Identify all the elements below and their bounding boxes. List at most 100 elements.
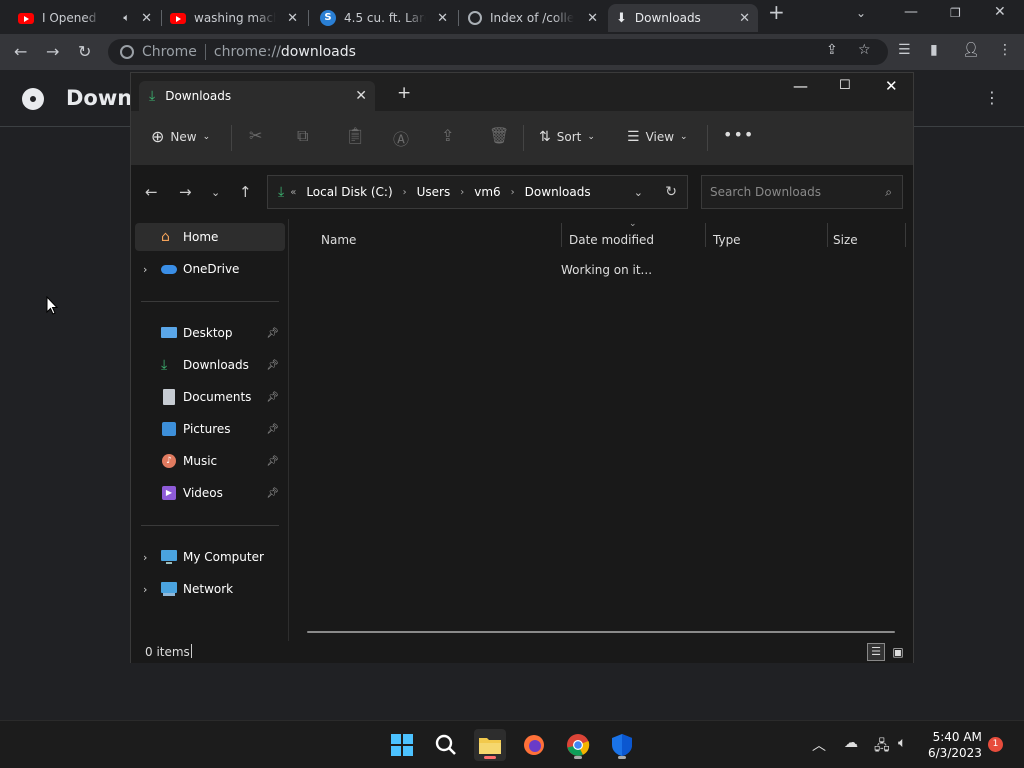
taskbar-defender[interactable] [606,729,638,761]
overflow-chevrons-icon[interactable]: « [290,187,296,198]
pin-icon[interactable]: 📌︎ [266,328,279,339]
clock[interactable]: 5:40 AM 6/3/2023 [928,729,982,761]
sort-indicator-icon: ⌄ [629,219,637,229]
breadcrumb-local-disk[interactable]: Local Disk (C:) [306,185,392,199]
new-tab-button[interactable]: + [768,0,785,24]
search-input[interactable]: Search Downloads ⌕ [701,175,903,209]
recent-locations-icon[interactable]: ⌄ [211,186,220,199]
volume-icon[interactable]: 🔈︎ [898,735,906,751]
share-icon[interactable]: ⇪ [826,42,838,58]
column-header-date[interactable]: Date modified [569,233,654,247]
close-icon[interactable]: ✕ [287,11,298,26]
new-button[interactable]: ⊕ New ⌄ [151,127,210,146]
sidebar-item-network[interactable]: › Network [135,575,285,603]
column-header-name[interactable]: Name [321,233,356,247]
back-icon[interactable]: ← [14,42,27,61]
tab-product[interactable]: S 4.5 cu. ft. Large ✕ [312,4,456,32]
pin-icon[interactable]: 📌︎ [266,392,279,403]
breadcrumb-vm6[interactable]: vm6 [474,185,500,199]
cloud-offline-icon[interactable]: ☁ [844,735,858,751]
chevron-right-icon[interactable]: › [460,187,464,198]
close-icon[interactable]: ✕ [437,11,448,26]
taskbar-firefox[interactable] [518,729,550,761]
expand-chevron-icon[interactable]: › [143,551,147,564]
close-icon[interactable]: ✕ [739,11,750,26]
share-icon[interactable]: ⇪ [441,126,454,145]
reload-icon[interactable]: ↻ [78,42,91,61]
column-header-size[interactable]: Size [833,233,858,247]
new-tab-button[interactable]: + [397,83,411,103]
rename-icon[interactable]: Ⓐ [393,126,409,150]
tab-search-icon[interactable]: ⌄ [856,6,866,20]
expand-chevron-icon[interactable]: › [143,263,147,276]
horizontal-scrollbar[interactable] [307,631,895,633]
bookmark-star-icon[interactable]: ☆ [858,42,871,58]
close-window-icon[interactable]: ✕ [994,4,1006,20]
pin-icon[interactable]: 📌︎ [266,456,279,467]
refresh-icon[interactable]: ↻ [665,184,677,200]
close-icon[interactable]: ✕ [141,11,152,26]
minimize-icon[interactable]: — [904,4,918,20]
sidebar-item-home[interactable]: ⌂ Home [135,223,285,251]
close-icon[interactable]: ✕ [587,11,598,26]
breadcrumb-downloads[interactable]: Downloads [525,185,591,199]
tab-downloads[interactable]: ⬇ Downloads ✕ [608,4,758,32]
menu-icon[interactable]: ⋮ [998,42,1012,58]
paste-icon[interactable]: 📋︎ [345,126,365,145]
tiles-view-icon[interactable]: ▣ [889,643,907,661]
more-options-icon[interactable]: ⋮ [984,88,1000,107]
sidebar-item-videos[interactable]: ▶ Videos 📌︎ [135,479,285,507]
sidebar-item-desktop[interactable]: Desktop 📌︎ [135,319,285,347]
minimize-icon[interactable]: — [793,77,808,95]
sidebar-item-documents[interactable]: Documents 📌︎ [135,383,285,411]
tray-chevron-up-icon[interactable]: ︿ [812,735,826,755]
forward-icon[interactable]: → [179,183,192,201]
cut-icon[interactable]: ✂ [249,126,262,145]
network-icon[interactable]: 🖧︎ [874,735,890,759]
sidebar-item-downloads[interactable]: ⤓ Downloads 📌︎ [135,351,285,379]
side-panel-icon[interactable]: ▮ [930,42,938,58]
copy-icon[interactable]: ⧉ [297,126,308,146]
pin-icon[interactable]: 📌︎ [266,424,279,435]
see-more-icon[interactable]: ••• [723,125,754,144]
notification-badge[interactable]: 1 [988,737,1003,752]
maximize-icon[interactable]: ☐ [839,78,851,93]
sidebar-item-music[interactable]: ♪ Music 📌︎ [135,447,285,475]
profile-icon[interactable]: 👤︎ [962,42,980,58]
explorer-tab-downloads[interactable]: ⤓ Downloads ✕ [139,81,375,111]
back-icon[interactable]: ← [145,183,158,201]
forward-icon[interactable]: → [46,42,59,61]
omnibox[interactable]: Chrome chrome://downloads [108,39,888,65]
address-dropdown-icon[interactable]: ⌄ [634,186,643,199]
delete-icon[interactable]: 🗑︎ [489,126,509,145]
restore-icon[interactable]: ❐ [950,6,961,20]
view-button[interactable]: ☰ View ⌄ [627,129,688,145]
column-header-type[interactable]: Type [713,233,741,247]
expand-chevron-icon[interactable]: › [143,583,147,596]
windows-icon [391,734,413,756]
pin-icon[interactable]: 📌︎ [266,360,279,371]
breadcrumb-users[interactable]: Users [417,185,451,199]
up-icon[interactable]: ↑ [239,183,252,201]
details-view-icon[interactable]: ☰ [867,643,885,661]
chevron-right-icon[interactable]: › [511,187,515,198]
close-tab-icon[interactable]: ✕ [355,88,367,104]
close-window-icon[interactable]: ✕ [885,77,898,95]
sort-button[interactable]: ⇅ Sort ⌄ [539,129,595,145]
pin-icon[interactable]: 📌︎ [266,488,279,499]
tab-index[interactable]: Index of /collect ✕ [460,4,606,32]
tab-youtube-2[interactable]: washing machin ✕ [162,4,306,32]
sidebar-item-onedrive[interactable]: › OneDrive [135,255,285,283]
chrome-logo-icon [22,88,44,110]
tab-youtube-1[interactable]: I Opened a 🔈︎ ✕ [10,4,160,32]
taskbar-chrome[interactable] [562,729,594,761]
start-button[interactable] [386,729,418,761]
address-bar[interactable]: ⤓ « Local Disk (C:) › Users › vm6 › Down… [267,175,688,209]
chevron-right-icon[interactable]: › [403,187,407,198]
audio-icon[interactable]: 🔈︎ [123,11,130,25]
taskbar-file-explorer[interactable] [474,729,506,761]
reading-list-icon[interactable]: ☰ [898,42,911,58]
search-button[interactable] [430,729,462,761]
sidebar-item-my-computer[interactable]: › My Computer [135,543,285,571]
sidebar-item-pictures[interactable]: Pictures 📌︎ [135,415,285,443]
